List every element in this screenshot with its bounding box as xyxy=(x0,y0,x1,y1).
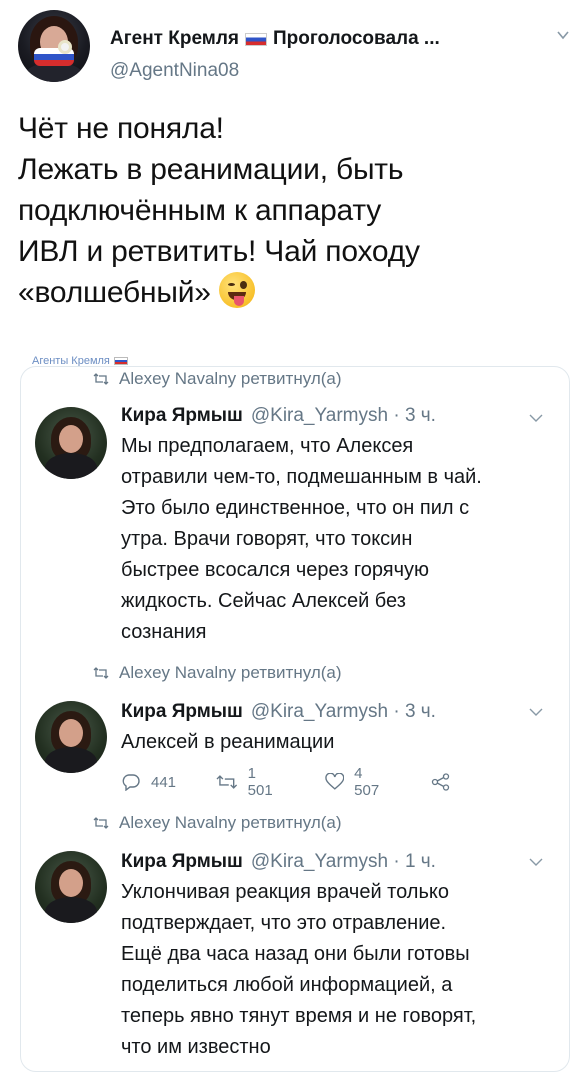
author-name[interactable]: Агент Кремля xyxy=(110,28,239,50)
tweet-line: Уклончивая реакция врачей только xyxy=(121,881,449,903)
chevron-down-icon[interactable] xyxy=(529,707,543,717)
tweet-line: отравили чем-то, подмешанным в чай. xyxy=(121,466,482,488)
retweet-label-text: Alexey Navalny ретвитнул(а) xyxy=(119,369,342,388)
chevron-down-icon[interactable] xyxy=(556,28,570,42)
tweet-line: ИВЛ и ретвитить! Чай походу xyxy=(18,235,420,268)
share-button[interactable] xyxy=(431,773,461,791)
tweet-line: что им известно xyxy=(121,1036,271,1058)
chevron-down-icon[interactable] xyxy=(529,413,543,423)
tweet-line: Алексей в реанимации xyxy=(121,731,335,753)
like-button[interactable]: 4 507 xyxy=(324,765,392,799)
retweet-count: 1 501 xyxy=(247,765,273,799)
retweet-icon xyxy=(216,775,238,789)
tweet-line: жидкость. Сейчас Алексей без xyxy=(121,590,406,612)
chevron-down-icon[interactable] xyxy=(529,857,543,867)
author-handle-time[interactable]: @Kira_Yarmysh · 3 ч. xyxy=(251,405,436,427)
tweet-body: Мы предполагаем, что Алексея отравили че… xyxy=(121,431,561,648)
tweet-screen: Агент Кремля Проголосовала ... @AgentNin… xyxy=(0,0,586,1080)
retweet-label-text: Alexey Navalny ретвитнул(а) xyxy=(119,813,342,832)
author-name-row[interactable]: Агент Кремля Проголосовала ... xyxy=(110,28,440,50)
tweet-line: утра. Врачи говорят, что токсин xyxy=(121,528,413,550)
tweet-body: Алексей в реанимации xyxy=(121,727,561,758)
tweet-line: поделиться любой информацией, а xyxy=(121,974,453,996)
tweet-line: Чёт не поняла! xyxy=(18,112,224,145)
share-icon xyxy=(431,773,450,791)
avatar[interactable] xyxy=(35,851,107,923)
tweet-line: сознания xyxy=(121,621,207,643)
retweet-icon xyxy=(93,373,109,385)
avatar[interactable] xyxy=(35,407,107,479)
tweet-header: Агент Кремля Проголосовала ... @AgentNin… xyxy=(18,10,578,90)
avatar[interactable] xyxy=(18,10,90,82)
tweet-author-row[interactable]: Кира Ярмыш @Kira_Yarmysh · 3 ч. xyxy=(121,405,436,427)
tweet-author-row[interactable]: Кира Ярмыш @Kira_Yarmysh · 1 ч. xyxy=(121,851,436,873)
avatar[interactable] xyxy=(35,701,107,773)
tweet-text: Чёт не поняла! Лежать в реанимации, быть… xyxy=(18,108,568,313)
russia-flag-icon xyxy=(245,32,267,46)
author-name[interactable]: Кира Ярмыш xyxy=(121,405,243,427)
tweet-line: подключённым к аппарату xyxy=(18,194,382,227)
tweet-line: Мы предполагаем, что Алексея xyxy=(121,435,414,457)
tweet-line-text: «волшебный» xyxy=(18,276,211,309)
author-handle[interactable]: @AgentNina08 xyxy=(110,60,239,82)
heart-icon xyxy=(324,773,344,790)
reply-button[interactable]: 441 xyxy=(121,773,176,791)
retweet-label-text: Alexey Navalny ретвитнул(а) xyxy=(119,663,342,682)
like-count: 4 507 xyxy=(354,765,380,799)
reply-count: 441 xyxy=(151,773,177,791)
tweet-line: Это было единственное, что он пил с xyxy=(121,497,470,519)
tweet-line: подтверждает, что это отравление. xyxy=(121,912,447,934)
tweet-actions: 441 1 501 4 507 xyxy=(121,765,501,799)
author-handle-time[interactable]: @Kira_Yarmysh · 3 ч. xyxy=(251,701,436,723)
author-name[interactable]: Кира Ярмыш xyxy=(121,701,243,723)
reply-icon xyxy=(122,774,140,791)
retweet-icon xyxy=(93,667,109,679)
tweet-line: теперь явно тянут время и не говорят, xyxy=(121,1005,477,1027)
russia-flag-icon xyxy=(113,357,128,365)
author-name[interactable]: Кира Ярмыш xyxy=(121,851,243,873)
retweet-label: Alexey Navalny ретвитнул(а) xyxy=(93,813,342,833)
tweet-line: быстрее всосался через горячую xyxy=(121,559,430,581)
retweet-icon xyxy=(93,817,109,829)
tweet-line-last: «волшебный» xyxy=(18,272,568,313)
retweet-label: Alexey Navalny ретвитнул(а) xyxy=(93,663,342,683)
winking-face-with-tongue-icon xyxy=(218,272,255,308)
tweet-author-row[interactable]: Кира Ярмыш @Kira_Yarmysh · 3 ч. xyxy=(121,701,436,723)
tweet-body: Уклончивая реакция врачей только подтвер… xyxy=(121,877,561,1063)
tweet-line: Ещё два часа назад они были готовы xyxy=(121,943,470,965)
retweet-label: Alexey Navalny ретвитнул(а) xyxy=(93,369,342,389)
embedded-tweets-card[interactable]: Alexey Navalny ретвитнул(а) Кира Ярмыш @… xyxy=(20,366,570,1072)
tweet-line: Лежать в реанимации, быть xyxy=(18,153,404,186)
author-name-tail[interactable]: Проголосовала ... xyxy=(273,28,440,50)
retweet-button[interactable]: 1 501 xyxy=(216,765,284,799)
author-handle-time[interactable]: @Kira_Yarmysh · 1 ч. xyxy=(251,851,436,873)
